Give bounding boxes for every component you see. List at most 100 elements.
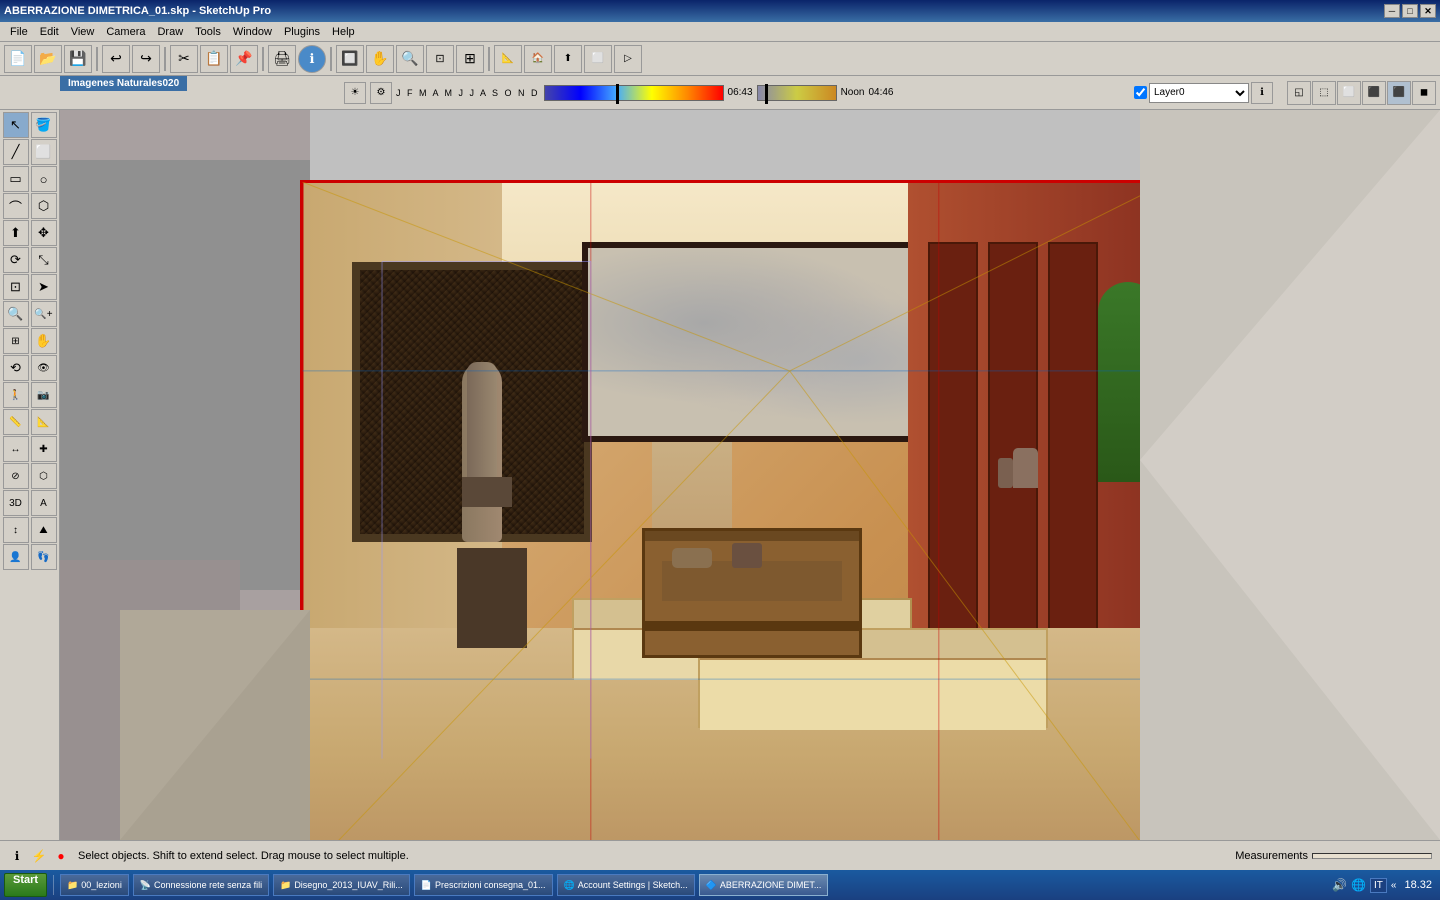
- statue: [462, 362, 502, 542]
- canvas-area[interactable]: Match Photo: [60, 110, 1440, 840]
- offset-tool[interactable]: ⊡: [3, 274, 29, 300]
- select-tool[interactable]: ↖: [3, 112, 29, 138]
- view-shaded[interactable]: ⬛: [1362, 81, 1386, 105]
- line-tool[interactable]: ╱: [3, 139, 29, 165]
- start-button[interactable]: Start: [4, 873, 47, 897]
- menu-camera[interactable]: Camera: [100, 24, 151, 40]
- menubar: File Edit View Camera Draw Tools Window …: [0, 22, 1440, 42]
- pan-button[interactable]: ✋: [366, 45, 394, 73]
- circle-tool[interactable]: ○: [31, 166, 57, 192]
- perspective-button[interactable]: 📐: [494, 45, 522, 73]
- zoom-window-tool[interactable]: 🔍+: [31, 301, 57, 327]
- walk-tool[interactable]: 🚶: [3, 382, 29, 408]
- rectangle-tool[interactable]: ▭: [3, 166, 29, 192]
- redo-button[interactable]: ↪: [132, 45, 160, 73]
- tray-icon-language[interactable]: IT: [1370, 878, 1387, 893]
- view-wireframe[interactable]: ⬚: [1312, 81, 1336, 105]
- component-tool[interactable]: ⬡: [31, 463, 57, 489]
- zoom-extents-tool[interactable]: ⊞: [3, 328, 29, 354]
- paste-button[interactable]: 📌: [230, 45, 258, 73]
- right-button[interactable]: ▷: [614, 45, 642, 73]
- orbit-button[interactable]: 🔲: [336, 45, 364, 73]
- model-info-button[interactable]: ℹ: [298, 45, 326, 73]
- taskbar-item-prescrizioni[interactable]: 📄 Prescrizioni consegna_01...: [414, 874, 553, 896]
- menu-help[interactable]: Help: [326, 24, 361, 40]
- taskbar-icon-folder: 📁: [67, 880, 78, 891]
- view-hidden[interactable]: ⬜: [1337, 81, 1361, 105]
- open-button[interactable]: 📂: [34, 45, 62, 73]
- layer-visible-checkbox[interactable]: [1134, 86, 1147, 99]
- eraser-tool[interactable]: ⬜: [31, 139, 57, 165]
- pan-tool[interactable]: ✋: [31, 328, 57, 354]
- view-textured[interactable]: ⬛: [1387, 81, 1411, 105]
- iso-button[interactable]: 🏠: [524, 45, 552, 73]
- position-camera-tool[interactable]: 📷: [31, 382, 57, 408]
- menu-plugins[interactable]: Plugins: [278, 24, 326, 40]
- minimize-button[interactable]: ─: [1384, 4, 1400, 18]
- sandbox-tool[interactable]: ⛰: [31, 517, 57, 543]
- shadow-toggle[interactable]: ☀: [344, 82, 366, 104]
- cut-button[interactable]: ✂: [170, 45, 198, 73]
- taskbar-item-wifi[interactable]: 📡 Connessione rete senza fili: [133, 874, 269, 896]
- zoom-extents-button[interactable]: ⊞: [456, 45, 484, 73]
- push-pull-tool[interactable]: ⬆: [3, 220, 29, 246]
- view-xray[interactable]: ◱: [1287, 81, 1311, 105]
- footprint-tool[interactable]: 👣: [31, 544, 57, 570]
- tray-icon-sound[interactable]: 🔊: [1332, 878, 1347, 892]
- measure-tool[interactable]: 📏: [3, 409, 29, 435]
- zoom-tool[interactable]: 🔍: [3, 301, 29, 327]
- status-error-icon[interactable]: ●: [52, 847, 70, 865]
- maximize-button[interactable]: □: [1402, 4, 1418, 18]
- taskbar-item-aberrazione[interactable]: 🔷 ABERRAZIONE DIMET...: [699, 874, 829, 896]
- dimension-tool[interactable]: ↕: [3, 517, 29, 543]
- move-tool[interactable]: ✥: [31, 220, 57, 246]
- 3d-text-tool[interactable]: 3D: [3, 490, 29, 516]
- undo-button[interactable]: ↩: [102, 45, 130, 73]
- shadow-settings[interactable]: ⚙: [370, 82, 392, 104]
- measurements-value[interactable]: [1312, 853, 1432, 859]
- look-around-tool[interactable]: 👁: [31, 355, 57, 381]
- layer-info-button[interactable]: ℹ: [1251, 82, 1273, 104]
- arc-tool[interactable]: ⌒: [3, 193, 29, 219]
- rotate-tool[interactable]: ⟳: [3, 247, 29, 273]
- menu-view[interactable]: View: [65, 24, 101, 40]
- top-button[interactable]: ⬆: [554, 45, 582, 73]
- view-mono[interactable]: ◼: [1412, 81, 1436, 105]
- zoom-button[interactable]: 🔍: [396, 45, 424, 73]
- tape-tool[interactable]: ↔: [3, 436, 29, 462]
- scene-tab-imagenes[interactable]: Imagenes Naturales020: [60, 76, 187, 91]
- walk-tool2[interactable]: 👤: [3, 544, 29, 570]
- paint-tool[interactable]: 🪣: [31, 112, 57, 138]
- taskbar-label-wifi: Connessione rete senza fili: [154, 880, 262, 890]
- menu-window[interactable]: Window: [227, 24, 278, 40]
- axes-tool[interactable]: ✚: [31, 436, 57, 462]
- front-button[interactable]: ⬜: [584, 45, 612, 73]
- orbit-tool[interactable]: ⟲: [3, 355, 29, 381]
- protractor-tool[interactable]: 📐: [31, 409, 57, 435]
- zoom-window-button[interactable]: ⊡: [426, 45, 454, 73]
- layer-dropdown[interactable]: Layer0: [1149, 83, 1249, 103]
- menu-tools[interactable]: Tools: [189, 24, 227, 40]
- close-button[interactable]: ✕: [1420, 4, 1436, 18]
- copy-button[interactable]: 📋: [200, 45, 228, 73]
- taskbar-item-account[interactable]: 🌐 Account Settings | Sketch...: [557, 874, 695, 896]
- taskbar-item-00lezioni[interactable]: 📁 00_lezioni: [60, 874, 129, 896]
- save-button[interactable]: 💾: [64, 45, 92, 73]
- polygon-tool[interactable]: ⬡: [31, 193, 57, 219]
- status-warning-icon[interactable]: ⚡: [30, 847, 48, 865]
- taskbar-item-disegno[interactable]: 📁 Disegno_2013_IUAV_Rili...: [273, 874, 410, 896]
- print-button[interactable]: 🖨: [268, 45, 296, 73]
- scale-tool[interactable]: ⤡: [31, 247, 57, 273]
- menu-edit[interactable]: Edit: [34, 24, 65, 40]
- text-tool[interactable]: A: [31, 490, 57, 516]
- section-plane-tool[interactable]: ⊘: [3, 463, 29, 489]
- follow-me-tool[interactable]: ➤: [31, 274, 57, 300]
- statue-body: [467, 362, 497, 482]
- menu-file[interactable]: File: [4, 24, 34, 40]
- new-button[interactable]: 📄: [4, 45, 32, 73]
- menu-draw[interactable]: Draw: [151, 24, 189, 40]
- status-info-icon[interactable]: ℹ: [8, 847, 26, 865]
- month-slider[interactable]: [544, 85, 724, 101]
- tray-icon-network[interactable]: 🌐: [1351, 878, 1366, 892]
- time-slider[interactable]: [757, 85, 837, 101]
